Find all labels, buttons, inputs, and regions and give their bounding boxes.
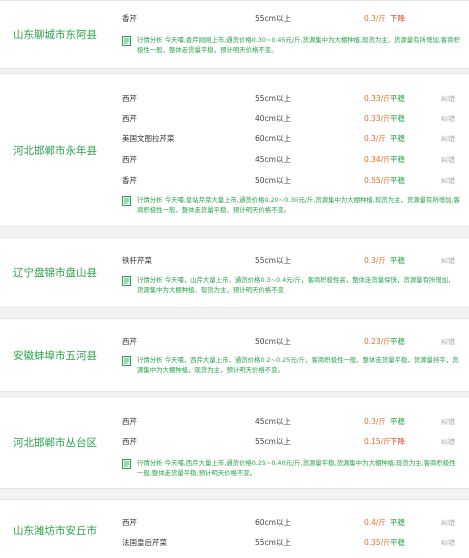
trend-label: 平稳 [390, 155, 405, 164]
trend-label: 平稳 [390, 114, 405, 123]
trend-label: 平稳 [390, 176, 405, 185]
document-icon [122, 276, 131, 289]
market-block: 河北邯郸市永年县 西芹 55cm以上 0.33/斤 平稳 纠错 西芹 40cm以上 0.33/斤… [0, 73, 469, 227]
price-row: 西芹 55cm以上 0.33/斤 平稳 纠错 [0, 89, 469, 109]
variety-name: 香芹 [122, 14, 137, 23]
spec-size: 55cm以上 [255, 94, 291, 103]
document-icon [122, 459, 131, 472]
variety-name: 香芹 [122, 176, 137, 185]
market-analysis: 行情分析 今天哺,皇站芹菜大量上市,通货价格0.20~0.30元/斤,货源集中为… [122, 195, 460, 215]
analysis-text: 行情分析 今天哺,皇站芹菜大量上市,通货价格0.20~0.30元/斤,货源集中为… [137, 196, 460, 214]
analysis-text: 行情分析 今天哺,西芹大量上市,通货价格0.25~0.40元/斤,货源量平稳,货… [137, 459, 456, 477]
variety-name: 西芹 [122, 417, 137, 426]
trend-label: 平稳 [390, 337, 405, 346]
market-block: 安徽蚌埠市五河县 西芹 50cm以上 0.23/斤 平稳 纠错行情分析 今天哺，西芹大量上… [0, 318, 469, 392]
trend-label: 平稳 [390, 417, 405, 426]
variety-name: 西芹 [122, 337, 137, 346]
variety-name: 西芹 [122, 114, 137, 123]
market-block: 山东潍坊市安丘市 西芹 60cm以上 0.4/斤 平稳 纠错 法国皇后芹菜 55cm以上 0.3… [0, 499, 469, 558]
region-name[interactable]: 辽宁盘锦市盘山县 [0, 238, 110, 307]
trend-label: 平稳 [390, 538, 405, 547]
spec-size: 40cm以上 [255, 114, 291, 123]
trend-label: 平稳 [390, 256, 405, 265]
trend-label: 下降 [390, 437, 405, 446]
market-block: 河北邯郸市丛台区 西芹 45cm以上 0.3/斤 平稳 纠错 西芹 55cm以上 0.15/斤下… [0, 396, 469, 489]
correction-link[interactable]: 纠错 [441, 432, 455, 452]
variety-name: 法国皇后芹菜 [122, 538, 167, 547]
price-value: 0.3/斤 [364, 256, 386, 265]
spec-size: 60cm以上 [255, 518, 291, 527]
correction-link[interactable]: 纠错 [441, 171, 455, 191]
price-row: 香芹 50cm以上 0.55/斤 平稳 纠错 [0, 171, 469, 191]
trend-label: 下降 [390, 14, 405, 23]
analysis-text: 行情分析 今天哺,香芹刚刚上市,通货价格0.30~0.45元/斤,货源集中为大棚… [137, 36, 460, 54]
market-block: 辽宁盘锦市盘山县 铁杆芹菜 55cm以上 0.3/斤 平稳 纠错行情分析 今天哺，山芹大量… [0, 237, 469, 308]
correction-link[interactable]: 纠错 [441, 513, 455, 533]
price-value: 0.35/斤 [364, 538, 391, 547]
price-row: 西芹 55cm以上 0.15/斤 下降 纠错 [0, 432, 469, 452]
document-icon [122, 36, 131, 49]
market-analysis: 行情分析 今天哺，西芹大量上市，通货价格0.2~0.25元/斤，客商积极性一般，… [122, 355, 460, 375]
variety-name: 铁杆芹菜 [122, 256, 152, 265]
correction-link[interactable]: 纠错 [441, 533, 455, 553]
price-value: 0.15/斤 [364, 437, 391, 446]
price-value: 0.33/斤 [364, 114, 391, 123]
price-value: 0.4/斤 [364, 518, 386, 527]
market-analysis: 行情分析 今天哺,西芹大量上市,通货价格0.25~0.40元/斤,货源量平稳,货… [122, 458, 460, 478]
price-row: 美国文图拉芹菜 60cm以上 0.3/斤 平稳 纠错 [0, 129, 469, 149]
spec-size: 50cm以上 [255, 176, 291, 185]
spec-size: 55cm以上 [255, 538, 291, 547]
correction-link[interactable]: 纠错 [441, 150, 455, 170]
spec-size: 45cm以上 [255, 155, 291, 164]
price-row: 香芹 55cm以上 0.3/斤 下降 [0, 9, 469, 29]
price-row: 铁杆芹菜 55cm以上 0.3/斤 平稳 纠错 [0, 251, 469, 271]
variety-name: 美国文图拉芹菜 [122, 134, 175, 143]
correction-link[interactable]: 纠错 [441, 109, 455, 129]
correction-link[interactable]: 纠错 [441, 129, 455, 149]
price-row: 西芹 50cm以上 0.23/斤 平稳 纠错 [0, 332, 469, 352]
correction-link[interactable]: 纠错 [441, 412, 455, 432]
region-name[interactable]: 安徽蚌埠市五河县 [0, 319, 110, 391]
variety-name: 西芹 [122, 155, 137, 164]
price-row: 西芹 45cm以上 0.34/斤 平稳 纠错 [0, 150, 469, 170]
correction-link[interactable]: 纠错 [441, 89, 455, 109]
trend-label: 平稳 [390, 518, 405, 527]
price-row: 西芹 40cm以上 0.33/斤 平稳 纠错 [0, 109, 469, 129]
document-icon [122, 196, 131, 209]
price-row: 西芹 60cm以上 0.4/斤 平稳 纠错 [0, 513, 469, 533]
price-row: 法国皇后芹菜 55cm以上 0.35/斤 平稳 纠错 [0, 533, 469, 553]
price-value: 0.3/斤 [364, 417, 386, 426]
correction-link[interactable]: 纠错 [441, 251, 455, 271]
spec-size: 55cm以上 [255, 437, 291, 446]
analysis-text: 行情分析 今天哺，西芹大量上市，通货价格0.2~0.25元/斤，客商积极性一般，… [137, 356, 459, 374]
price-value: 0.3/斤 [364, 134, 386, 143]
price-value: 0.33/斤 [364, 94, 391, 103]
spec-size: 55cm以上 [255, 256, 291, 265]
analysis-text: 行情分析 今天哺，山芹大量上市，通货价格0.3~0.4元/斤，客商积极性高，整体… [137, 276, 455, 294]
trend-label: 平稳 [390, 94, 405, 103]
market-block: 山东聊城市东阿县 香芹 55cm以上 0.3/斤 下降 行情分析 今天哺,香芹刚刚上市,通… [0, 0, 469, 69]
spec-size: 60cm以上 [255, 134, 291, 143]
spec-size: 45cm以上 [255, 417, 291, 426]
trend-label: 平稳 [390, 134, 405, 143]
document-icon [122, 356, 131, 369]
variety-name: 西芹 [122, 518, 137, 527]
variety-name: 西芹 [122, 94, 137, 103]
price-value: 0.3/斤 [364, 14, 386, 23]
market-analysis: 行情分析 今天哺，山芹大量上市，通货价格0.3~0.4元/斤，客商积极性高，整体… [122, 275, 460, 295]
price-value: 0.23/斤 [364, 337, 391, 346]
correction-link[interactable]: 纠错 [441, 332, 455, 352]
market-list: 山东聊城市东阿县 香芹 55cm以上 0.3/斤 下降 行情分析 今天哺,香芹刚刚上市,通… [0, 0, 469, 558]
price-value: 0.34/斤 [364, 155, 391, 164]
price-value: 0.55/斤 [364, 176, 391, 185]
market-analysis: 行情分析 今天哺,香芹刚刚上市,通货价格0.30~0.45元/斤,货源集中为大棚… [122, 35, 460, 55]
spec-size: 50cm以上 [255, 337, 291, 346]
price-row: 西芹 45cm以上 0.3/斤 平稳 纠错 [0, 412, 469, 432]
spec-size: 55cm以上 [255, 14, 291, 23]
variety-name: 西芹 [122, 437, 137, 446]
